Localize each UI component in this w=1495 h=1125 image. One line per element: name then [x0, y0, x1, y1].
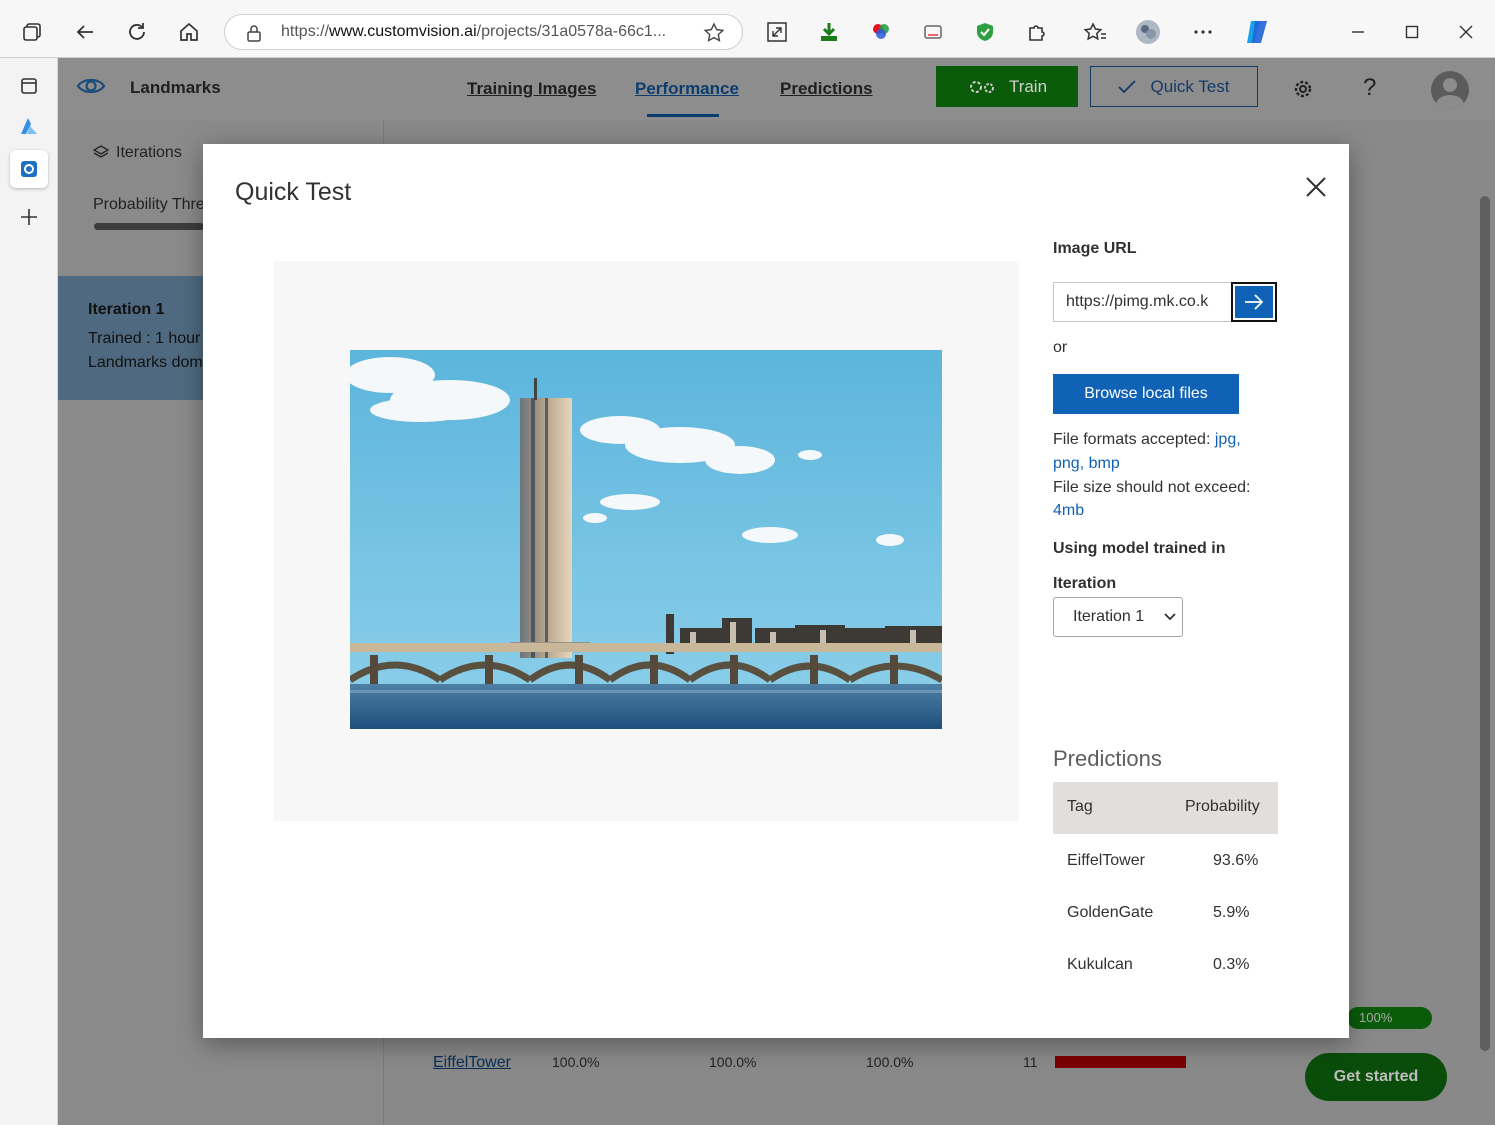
get-started-button[interactable]: Get started	[1305, 1053, 1447, 1101]
tag-column-header: Tag	[1067, 798, 1093, 815]
probability-slider[interactable]	[94, 223, 204, 230]
dialog-title: Quick Test	[235, 178, 352, 206]
profile-avatar-icon[interactable]	[1133, 17, 1163, 47]
chevron-down-icon	[1164, 613, 1176, 621]
prediction-row: EiffelTower 93.6%	[1053, 834, 1278, 886]
quick-test-dialog: Quick Test Image URL https://pimg.mk.co.…	[203, 144, 1349, 1038]
azure-icon[interactable]	[14, 111, 44, 141]
lock-icon[interactable]	[245, 24, 263, 42]
arrow-right-icon	[1245, 294, 1264, 310]
color-picker-extension-icon[interactable]	[866, 17, 896, 47]
prediction-probability: 0.3%	[1213, 956, 1250, 973]
quick-test-label: Quick Test	[1150, 76, 1230, 96]
minimize-icon[interactable]	[1343, 17, 1373, 47]
ap-value: 100.0%	[866, 1054, 914, 1070]
format-png: png,	[1053, 455, 1085, 472]
iteration-select[interactable]: Iteration 1	[1053, 597, 1183, 637]
train-button[interactable]: Train	[936, 66, 1078, 107]
user-avatar[interactable]	[1431, 71, 1469, 109]
quick-test-sidebar: Image URL or Browse local files File for…	[1053, 144, 1333, 1038]
favorites-icon[interactable]	[1080, 17, 1110, 47]
prediction-probability: 93.6%	[1213, 852, 1259, 869]
help-icon[interactable]: ?	[1363, 74, 1376, 102]
project-name: Landmarks	[130, 78, 221, 97]
tab-performance[interactable]: Performance	[635, 79, 739, 99]
model-trained-label: Using model trained in	[1053, 540, 1226, 557]
download-extension-icon[interactable]	[814, 17, 844, 47]
formats-prefix: File formats accepted:	[1053, 431, 1211, 448]
predictions-title: Predictions	[1053, 746, 1162, 771]
shield-extension-icon[interactable]	[970, 17, 1000, 47]
tab-actions-icon[interactable]	[17, 17, 47, 47]
recall-value: 100.0%	[709, 1054, 757, 1070]
favorite-star-icon[interactable]	[703, 22, 725, 44]
probability-threshold-label: Probability Thre	[93, 196, 205, 213]
extensions-puzzle-icon[interactable]	[1022, 17, 1052, 47]
prediction-row: Kukulcan 0.3%	[1053, 938, 1278, 990]
maximize-icon[interactable]	[1397, 17, 1427, 47]
layers-icon	[93, 145, 109, 158]
tag-link-eiffeltower[interactable]: EiffelTower	[433, 1054, 511, 1072]
tested-image-skyscraper-bridge	[350, 350, 942, 729]
iteration-title: Iteration 1	[88, 301, 165, 318]
gears-icon	[969, 80, 994, 93]
scrollbar[interactable]	[1480, 196, 1490, 1051]
iteration-select-value: Iteration 1	[1073, 608, 1145, 625]
submit-url-button[interactable]	[1231, 282, 1277, 322]
custom-vision-icon	[21, 161, 37, 177]
quick-test-button[interactable]: Quick Test	[1090, 66, 1258, 107]
image-preview-area	[274, 261, 1019, 821]
browser-sidebar	[0, 58, 58, 1125]
eye-logo-icon	[76, 78, 106, 94]
iterations-label[interactable]: Iterations	[116, 144, 182, 162]
url-text: https://www.customvision.ai/projects/31a…	[281, 23, 667, 40]
browse-local-files-button[interactable]: Browse local files	[1053, 374, 1239, 414]
sidebar-tabs-icon[interactable]	[14, 71, 44, 101]
copilot-icon[interactable]	[1242, 17, 1272, 47]
tab-training-images[interactable]: Training Images	[467, 79, 596, 99]
format-jpg: jpg,	[1214, 431, 1241, 448]
file-size-value: 4mb	[1053, 502, 1085, 519]
iteration-label: Iteration	[1053, 575, 1117, 592]
more-menu-icon[interactable]	[1188, 17, 1218, 47]
cast-extension-icon[interactable]	[918, 17, 948, 47]
settings-gear-icon[interactable]	[1291, 77, 1315, 101]
count-bar	[1055, 1056, 1186, 1068]
expand-icon[interactable]	[762, 17, 792, 47]
top-navigation: Landmarks Training Images Performance Pr…	[58, 58, 1495, 120]
iteration-trained: Trained : 1 hour	[88, 330, 201, 347]
image-url-label: Image URL	[1053, 240, 1137, 257]
format-bmp: bmp	[1088, 455, 1120, 472]
train-label: Train	[1008, 76, 1048, 96]
progress-pill: 100%	[1347, 1007, 1432, 1029]
file-formats-text: File formats accepted: jpg, png, bmp	[1053, 428, 1273, 476]
browser-toolbar: https://www.customvision.ai/projects/31a…	[0, 0, 1495, 58]
prediction-row: GoldenGate 5.9%	[1053, 886, 1278, 938]
refresh-icon[interactable]	[122, 17, 152, 47]
back-icon[interactable]	[70, 17, 100, 47]
home-icon[interactable]	[174, 17, 204, 47]
prediction-tag: EiffelTower	[1067, 852, 1145, 869]
file-size-text: File size should not exceed:	[1053, 479, 1251, 496]
tab-predictions[interactable]: Predictions	[780, 79, 873, 99]
precision-value: 100.0%	[552, 1054, 600, 1070]
iteration-domain: Landmarks dom	[88, 354, 203, 371]
window-close-icon[interactable]	[1451, 17, 1481, 47]
prediction-tag: GoldenGate	[1067, 904, 1154, 921]
address-bar[interactable]: https://www.customvision.ai/projects/31a…	[224, 14, 743, 50]
custom-vision-sidebar-item[interactable]	[10, 150, 48, 188]
add-icon[interactable]	[14, 202, 44, 232]
predictions-table-header: Tag Probability	[1053, 782, 1278, 834]
image-url-input[interactable]	[1053, 282, 1232, 322]
image-count: 11	[1023, 1054, 1038, 1070]
active-tab-indicator	[647, 114, 719, 117]
probability-column-header: Probability	[1185, 798, 1260, 815]
or-label: or	[1053, 339, 1068, 356]
prediction-probability: 5.9%	[1213, 904, 1250, 921]
check-icon	[1118, 79, 1137, 93]
prediction-tag: Kukulcan	[1067, 956, 1133, 973]
